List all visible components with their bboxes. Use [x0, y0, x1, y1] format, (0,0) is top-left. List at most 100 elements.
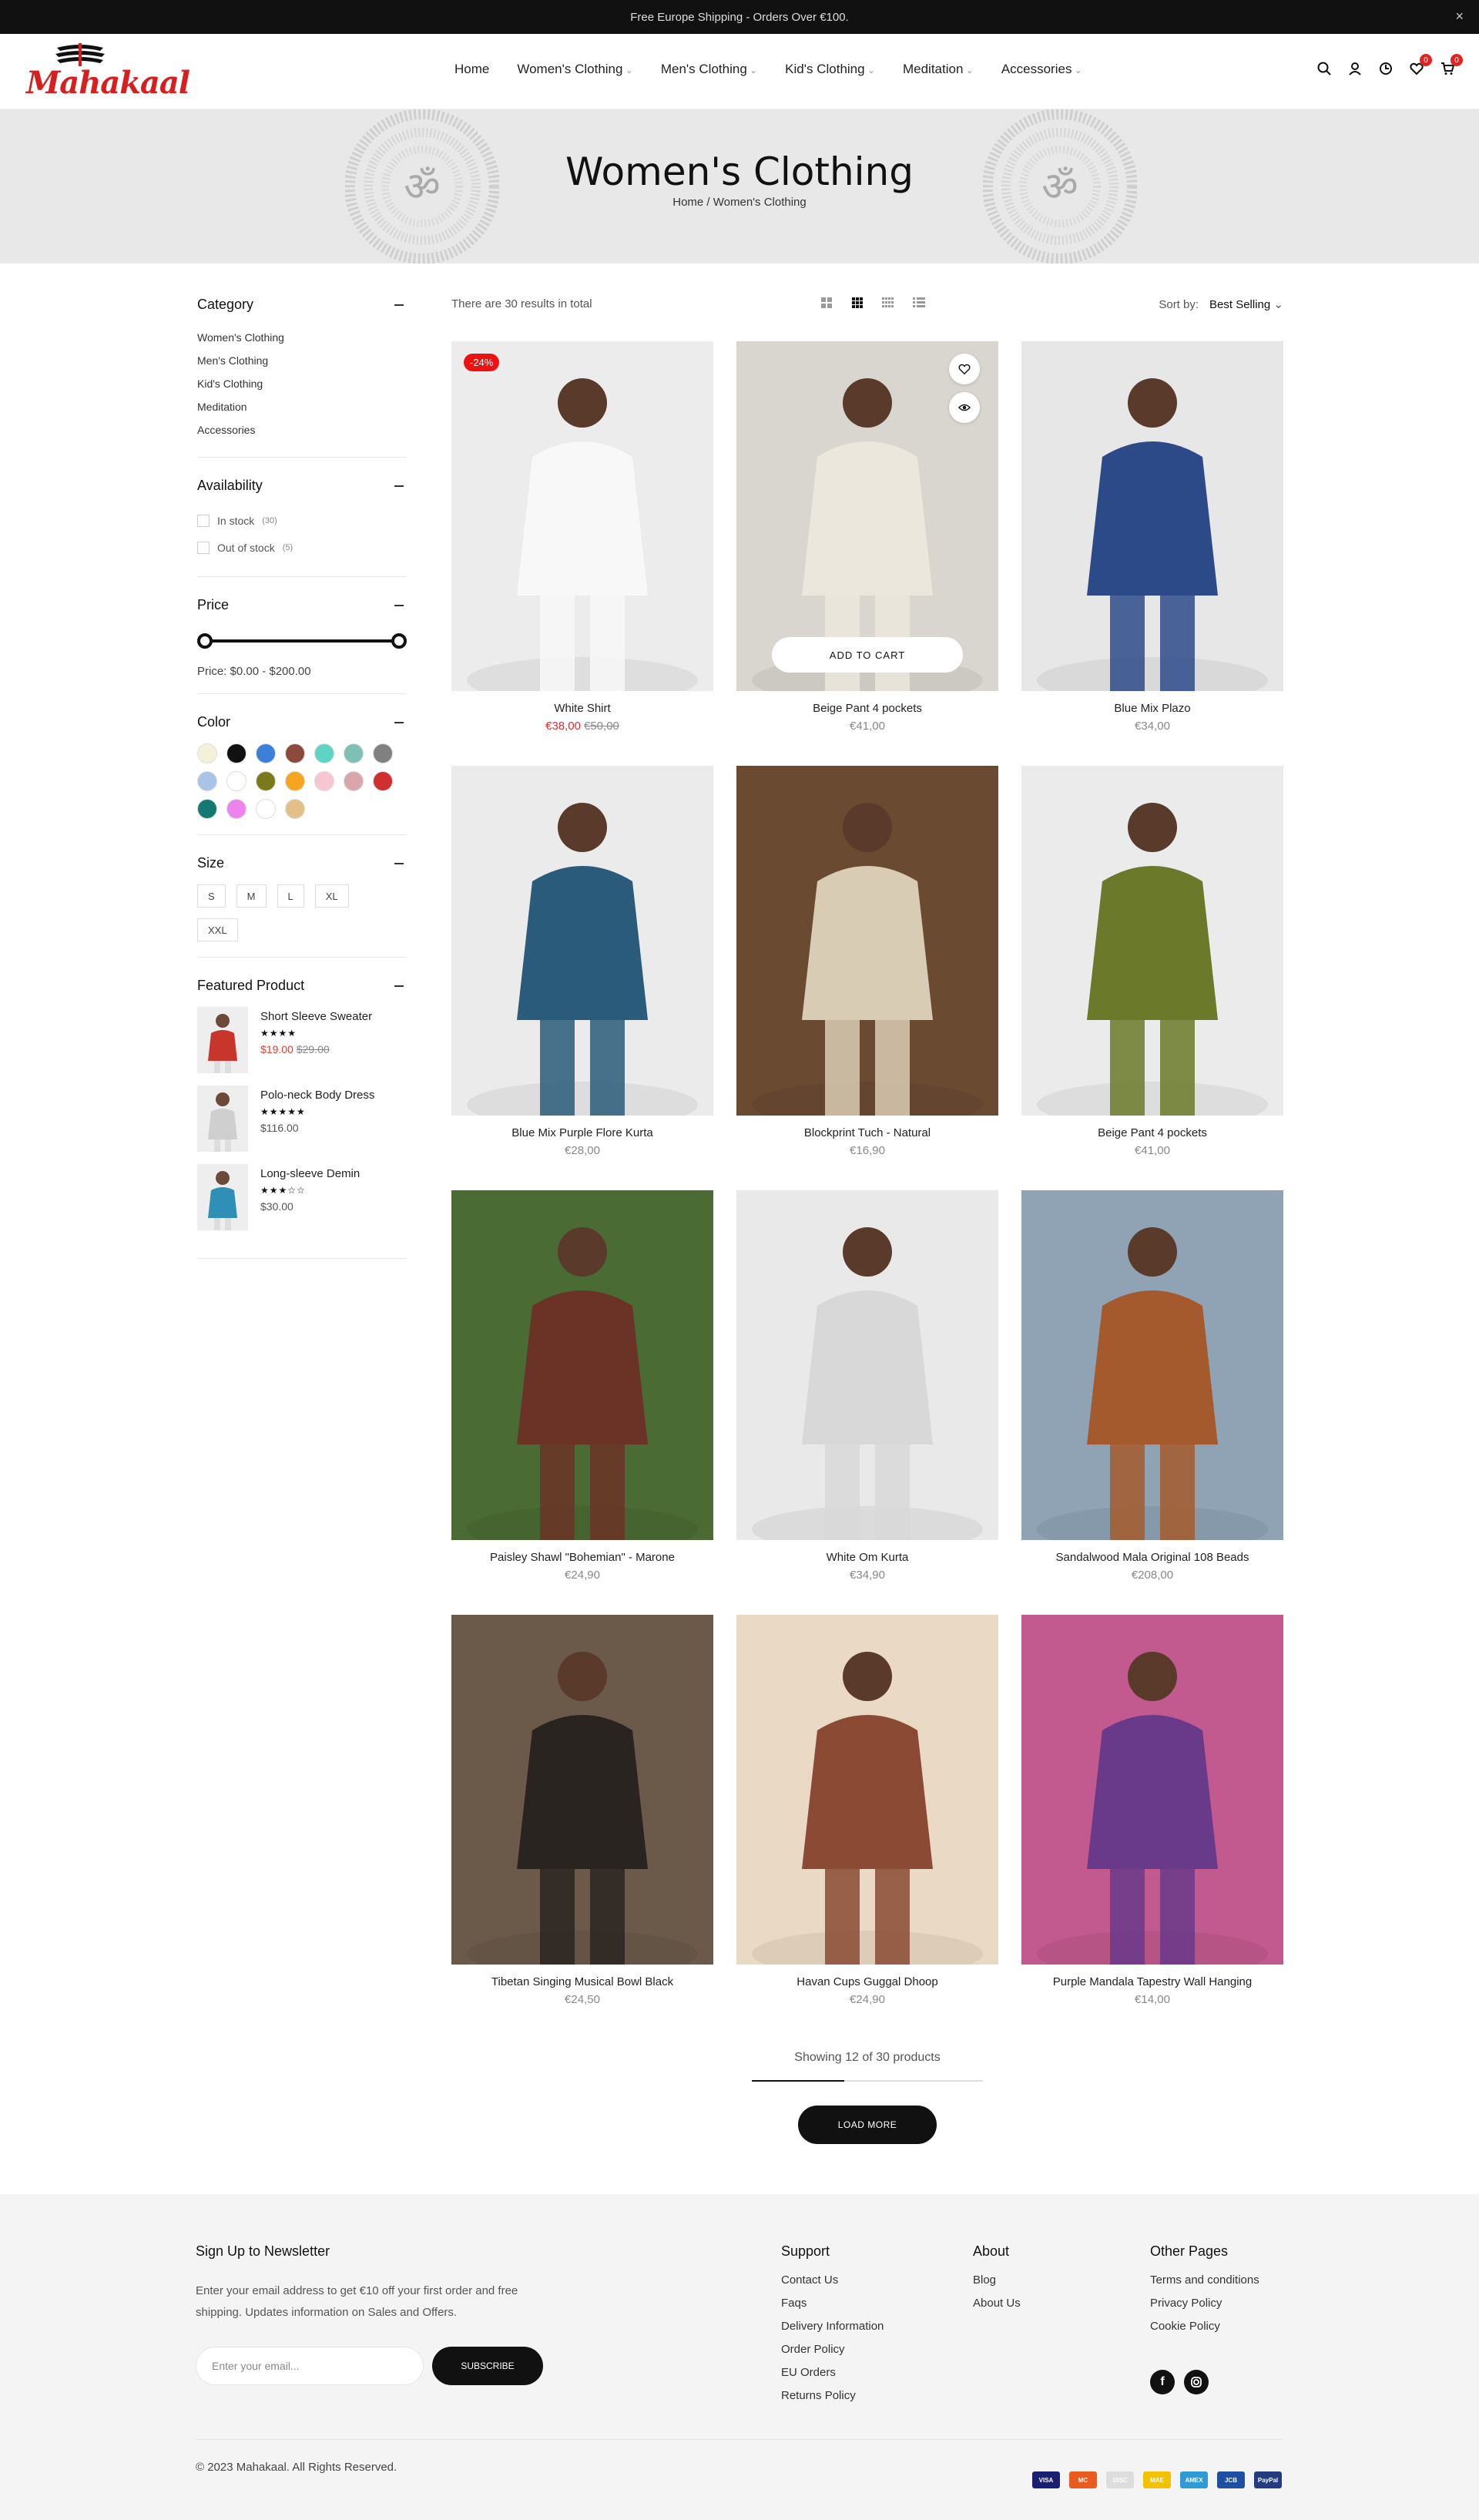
price-max-handle[interactable] — [391, 633, 407, 649]
add-to-cart-button[interactable]: ADD TO CART — [772, 637, 963, 673]
cart-icon[interactable]: 0 — [1439, 54, 1463, 77]
product-image[interactable] — [451, 1190, 713, 1540]
product-image[interactable]: ADD TO CART — [736, 341, 998, 691]
category-link[interactable]: Men's Clothing — [197, 349, 407, 372]
color-swatch[interactable] — [285, 799, 305, 819]
availability-option[interactable]: Out of stock (5) — [197, 534, 407, 561]
category-link[interactable]: Accessories — [197, 418, 407, 441]
product-image[interactable]: -24% — [451, 341, 713, 691]
footer-link[interactable]: About Us — [973, 2297, 1021, 2320]
footer-link[interactable]: Returns Policy — [781, 2389, 884, 2412]
product-name[interactable]: Beige Pant 4 pockets — [736, 702, 998, 715]
footer-link[interactable]: Cookie Policy — [1150, 2320, 1259, 2343]
footer-link[interactable]: Privacy Policy — [1150, 2297, 1259, 2320]
product-thumbnail[interactable] — [197, 1164, 248, 1230]
footer-link[interactable]: EU Orders — [781, 2366, 884, 2389]
color-swatch[interactable] — [344, 743, 364, 763]
color-swatch[interactable] — [197, 799, 217, 819]
product-image[interactable] — [736, 1190, 998, 1540]
nav-item-women-s-clothing[interactable]: Women's Clothing — [517, 62, 633, 77]
color-swatch[interactable] — [226, 799, 246, 819]
product-thumbnail[interactable] — [197, 1086, 248, 1152]
product-image[interactable] — [1021, 766, 1283, 1116]
collapse-icon[interactable] — [394, 985, 404, 987]
product-name[interactable]: Beige Pant 4 pockets — [1021, 1126, 1283, 1139]
nav-item-home[interactable]: Home — [454, 62, 489, 77]
collapse-icon[interactable] — [394, 722, 404, 723]
footer-link[interactable]: Faqs — [781, 2297, 884, 2320]
color-swatch[interactable] — [197, 771, 217, 791]
size-option[interactable]: L — [277, 884, 304, 908]
color-swatch[interactable] — [314, 743, 334, 763]
wishlist-heart-icon[interactable] — [949, 354, 980, 384]
color-swatch[interactable] — [197, 743, 217, 763]
product-card[interactable]: White Om Kurta €34,90 — [736, 1190, 998, 1582]
featured-name[interactable]: Long-sleeve Demin — [260, 1167, 360, 1180]
featured-name[interactable]: Short Sleeve Sweater — [260, 1010, 372, 1023]
product-name[interactable]: White Om Kurta — [736, 1551, 998, 1564]
color-swatch[interactable] — [373, 771, 393, 791]
nav-item-kid-s-clothing[interactable]: Kid's Clothing — [785, 62, 875, 77]
product-card[interactable]: Blue Mix Plazo €34,00 — [1021, 341, 1283, 733]
product-name[interactable]: Sandalwood Mala Original 108 Beads — [1021, 1551, 1283, 1564]
featured-product[interactable]: Long-sleeve Demin ★★★☆☆ $30.00 — [197, 1164, 407, 1230]
size-option[interactable]: XL — [314, 884, 349, 908]
availability-option[interactable]: In stock (30) — [197, 507, 407, 534]
featured-name[interactable]: Polo-neck Body Dress — [260, 1089, 374, 1102]
product-card[interactable]: Paisley Shawl "Bohemian" - Marone €24,90 — [451, 1190, 713, 1582]
product-card[interactable]: -24% White Shirt €38,00 €50,00 — [451, 341, 713, 733]
product-name[interactable]: Purple Mandala Tapestry Wall Hanging — [1021, 1975, 1283, 1988]
grid-2-icon[interactable] — [820, 296, 833, 310]
product-image[interactable] — [1021, 1615, 1283, 1965]
product-name[interactable]: White Shirt — [451, 702, 713, 715]
product-card[interactable]: Beige Pant 4 pockets €41,00 — [1021, 766, 1283, 1157]
price-min-handle[interactable] — [197, 633, 213, 649]
product-name[interactable]: Blue Mix Plazo — [1021, 702, 1283, 715]
product-card[interactable]: Purple Mandala Tapestry Wall Hanging €14,… — [1021, 1615, 1283, 2006]
product-name[interactable]: Havan Cups Guggal Dhoop — [736, 1975, 998, 1988]
footer-link[interactable]: Terms and conditions — [1150, 2273, 1259, 2297]
product-card[interactable]: Havan Cups Guggal Dhoop €24,90 — [736, 1615, 998, 2006]
footer-link[interactable]: Order Policy — [781, 2343, 884, 2366]
color-swatch[interactable] — [256, 799, 276, 819]
size-option[interactable]: M — [236, 884, 267, 908]
product-name[interactable]: Paisley Shawl "Bohemian" - Marone — [451, 1551, 713, 1564]
instagram-icon[interactable] — [1184, 2370, 1209, 2394]
color-swatch[interactable] — [256, 771, 276, 791]
product-image[interactable] — [1021, 341, 1283, 691]
product-card[interactable]: ADD TO CART Beige Pant 4 pockets €41,00 — [736, 341, 998, 733]
collapse-icon[interactable] — [394, 304, 404, 306]
color-swatch[interactable] — [256, 743, 276, 763]
product-image[interactable] — [736, 766, 998, 1116]
product-card[interactable]: Tibetan Singing Musical Bowl Black €24,50 — [451, 1615, 713, 2006]
subscribe-button[interactable]: SUBSCRIBE — [432, 2347, 543, 2385]
load-more-button[interactable]: LOAD MORE — [798, 2106, 937, 2144]
footer-link[interactable]: Blog — [973, 2273, 1021, 2297]
product-image[interactable] — [451, 766, 713, 1116]
product-name[interactable]: Blockprint Tuch - Natural — [736, 1126, 998, 1139]
nav-item-accessories[interactable]: Accessories — [1001, 62, 1082, 77]
product-card[interactable]: Sandalwood Mala Original 108 Beads €208,0… — [1021, 1190, 1283, 1582]
color-swatch[interactable] — [314, 771, 334, 791]
color-swatch[interactable] — [226, 771, 246, 791]
category-link[interactable]: Women's Clothing — [197, 326, 407, 349]
facebook-icon[interactable]: f — [1150, 2370, 1175, 2394]
collapse-icon[interactable] — [394, 605, 404, 606]
featured-product[interactable]: Short Sleeve Sweater ★★★★ $19.00 $29.00 — [197, 1007, 407, 1073]
color-swatch[interactable] — [285, 743, 305, 763]
collapse-icon[interactable] — [394, 863, 404, 864]
close-icon[interactable]: × — [1455, 8, 1464, 25]
breadcrumb[interactable]: Home / Women's Clothing — [0, 196, 1479, 209]
category-link[interactable]: Kid's Clothing — [197, 372, 407, 395]
search-icon[interactable] — [1316, 60, 1333, 77]
footer-link[interactable]: Delivery Information — [781, 2320, 884, 2343]
grid-3-icon[interactable] — [850, 296, 864, 310]
category-link[interactable]: Meditation — [197, 395, 407, 418]
product-image[interactable] — [451, 1615, 713, 1965]
color-swatch[interactable] — [344, 771, 364, 791]
featured-product[interactable]: Polo-neck Body Dress ★★★★★ $116.00 — [197, 1086, 407, 1152]
size-option[interactable]: XXL — [197, 918, 238, 941]
wishlist-icon[interactable]: 0 — [1408, 54, 1432, 77]
recent-icon[interactable] — [1377, 60, 1394, 77]
size-option[interactable]: S — [197, 884, 226, 908]
